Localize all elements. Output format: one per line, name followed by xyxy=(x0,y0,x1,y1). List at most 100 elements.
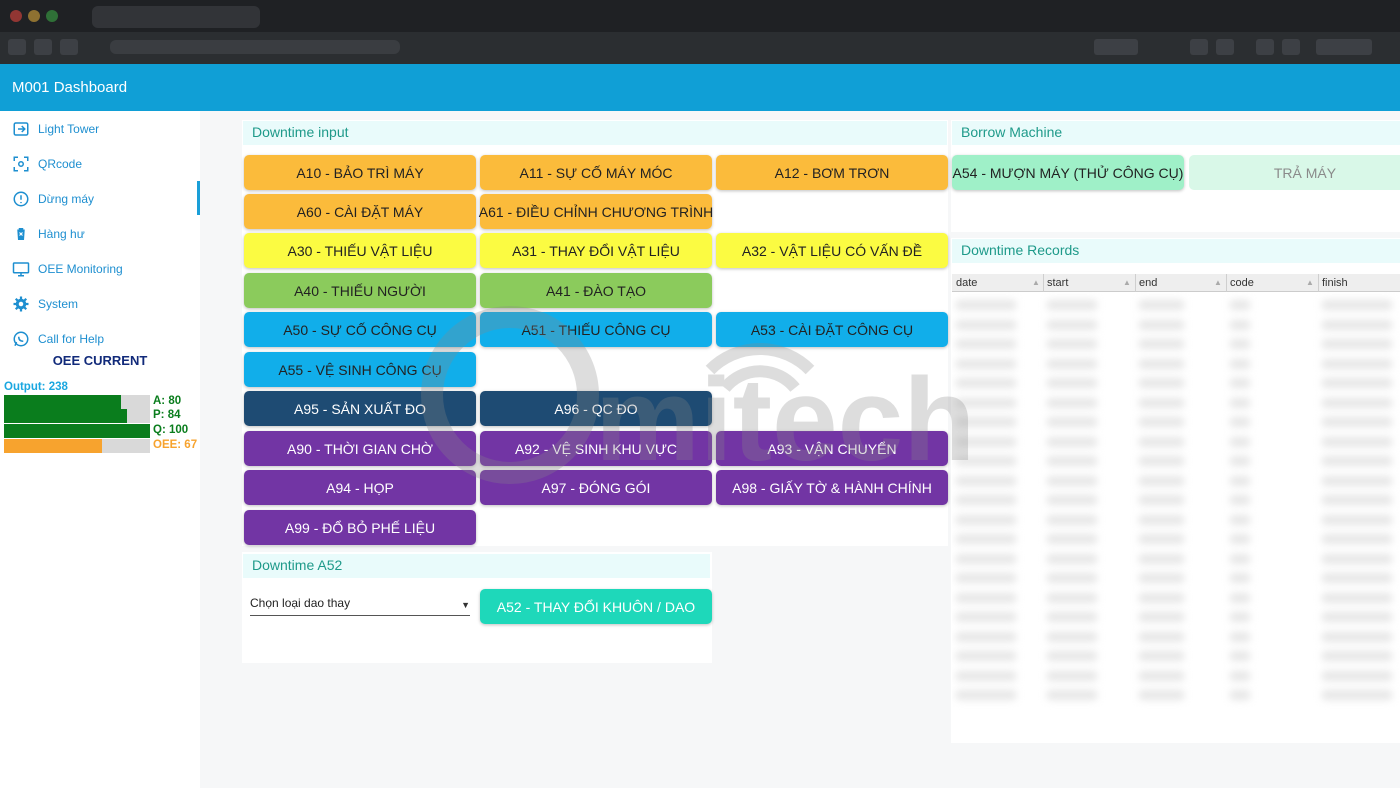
blurred-cell xyxy=(1139,358,1184,369)
blurred-cell xyxy=(956,651,1016,661)
downtime-button-a30[interactable]: A30 - THIẾU VẬT LIỆU xyxy=(244,233,476,268)
blurred-cell xyxy=(1139,339,1184,349)
downtime-button-a94[interactable]: A94 - HỌP xyxy=(244,470,476,505)
downtime-button-a50[interactable]: A50 - SỰ CỐ CÔNG CỤ xyxy=(244,312,476,347)
return-machine-button[interactable]: TRẢ MÁY xyxy=(1189,155,1400,190)
performance-label: P: 84 xyxy=(153,409,181,421)
availability-label: A: 80 xyxy=(153,395,182,407)
sidebar-item-label: Hàng hư xyxy=(38,227,85,241)
column-date[interactable]: date xyxy=(956,277,977,289)
blurred-cell xyxy=(956,553,1016,564)
downtime-button-a53[interactable]: A53 - CÀI ĐẶT CÔNG CỤ xyxy=(716,312,948,347)
minimize-window-icon[interactable] xyxy=(28,10,40,22)
records-table-header: date ▲ start ▲ end ▲ code ▲ finish xyxy=(952,274,1400,292)
blurred-cell xyxy=(1047,631,1097,642)
blurred-cell xyxy=(1047,456,1097,466)
column-code[interactable]: code xyxy=(1230,277,1254,289)
downtime-button-a40[interactable]: A40 - THIẾU NGƯỜI xyxy=(244,273,476,308)
sidebar-item-label: Call for Help xyxy=(38,332,105,346)
downtime-button-a41[interactable]: A41 - ĐÀO TẠO xyxy=(480,273,712,308)
profile-icon[interactable] xyxy=(1316,39,1372,55)
address-bar[interactable] xyxy=(110,40,400,54)
qr-scan-icon xyxy=(13,156,29,172)
downtime-button-a97[interactable]: A97 - ĐÓNG GÓI xyxy=(480,470,712,505)
blurred-cell xyxy=(956,670,1016,681)
blurred-cell xyxy=(1230,456,1250,466)
downtime-button-a99[interactable]: A99 - ĐỔ BỎ PHẾ LIỆU xyxy=(244,510,476,545)
downtime-button-a96[interactable]: A96 - QC ĐO xyxy=(480,391,712,426)
exit-to-app-icon xyxy=(13,122,29,136)
downtime-button-a95[interactable]: A95 - SẢN XUẤT ĐO xyxy=(244,391,476,426)
downtime-button-a51[interactable]: A51 - THIẾU CÔNG CỤ xyxy=(480,312,712,347)
blurred-cell xyxy=(1230,495,1250,505)
sidebar-item-qrcode[interactable]: QRcode xyxy=(12,154,82,174)
downtime-button-a90[interactable]: A90 - THỜI GIAN CHỜ xyxy=(244,431,476,466)
downtime-button-a60[interactable]: A60 - CÀI ĐẶT MÁY xyxy=(244,194,476,229)
blurred-cell xyxy=(1230,417,1250,427)
downtime-button-a10[interactable]: A10 - BẢO TRÌ MÁY xyxy=(244,155,476,190)
downtime-button-a93[interactable]: A93 - VẬN CHUYỂN xyxy=(716,431,948,466)
blurred-cell xyxy=(956,456,1016,466)
blurred-cell xyxy=(1139,612,1184,622)
borrow-machine-button[interactable]: A54 - MƯỢN MÁY (THỬ CÔNG CỤ) xyxy=(952,155,1184,190)
sidebar-item-dung-may[interactable]: Dừng máy xyxy=(12,189,94,209)
browser-tab[interactable] xyxy=(92,6,260,28)
blurred-cell xyxy=(1139,495,1184,505)
sidebar-item-oee-monitoring[interactable]: OEE Monitoring xyxy=(12,259,123,279)
oee-bar xyxy=(4,439,150,453)
extension-icon[interactable] xyxy=(1282,39,1300,55)
column-finish[interactable]: finish xyxy=(1322,277,1348,289)
back-icon[interactable] xyxy=(8,39,26,55)
blurred-cell xyxy=(1322,417,1392,427)
blurred-cell xyxy=(956,397,1016,408)
blurred-cell xyxy=(1322,670,1392,681)
sidebar-item-system[interactable]: System xyxy=(12,294,78,314)
sort-icon[interactable]: ▲ xyxy=(1032,278,1040,287)
sidebar-item-light-tower[interactable]: Light Tower xyxy=(12,119,99,139)
knife-type-select[interactable]: Chọn loại dao thay ▼ xyxy=(250,596,470,616)
blurred-cell xyxy=(1139,319,1184,330)
blurred-cell xyxy=(1230,612,1250,622)
reload-icon[interactable] xyxy=(60,39,78,55)
downtime-button-a55[interactable]: A55 - VỆ SINH CÔNG CỤ xyxy=(244,352,476,387)
records-table-body xyxy=(952,292,1400,742)
downtime-button-a32[interactable]: A32 - VẬT LIỆU CÓ VẤN ĐỀ xyxy=(716,233,948,268)
column-start[interactable]: start xyxy=(1047,277,1068,289)
blurred-cell xyxy=(1139,534,1184,544)
gear-icon xyxy=(13,296,29,312)
sidebar-item-hang-hu[interactable]: Hàng hư xyxy=(12,224,85,244)
blurred-cell xyxy=(1230,631,1250,642)
downtime-button-a11[interactable]: A11 - SỰ CỐ MÁY MÓC xyxy=(480,155,712,190)
extension-icon[interactable] xyxy=(1190,39,1208,55)
forward-icon[interactable] xyxy=(34,39,52,55)
downtime-button-a31[interactable]: A31 - THAY ĐỔI VẬT LIỆU xyxy=(480,233,712,268)
downtime-button-a98[interactable]: A98 - GIẤY TỜ & HÀNH CHÍNH xyxy=(716,470,948,505)
blurred-cell xyxy=(1139,417,1184,427)
blurred-cell xyxy=(956,319,1016,330)
downtime-button-a61[interactable]: A61 - ĐIỀU CHỈNH CHƯƠNG TRÌNH xyxy=(479,194,713,229)
sort-icon[interactable]: ▲ xyxy=(1123,278,1131,287)
downtime-button-a12[interactable]: A12 - BƠM TRƠN xyxy=(716,155,948,190)
blurred-cell xyxy=(1047,378,1097,388)
blurred-cell xyxy=(1322,592,1392,603)
active-indicator xyxy=(197,181,200,215)
blurred-cell xyxy=(1230,397,1250,408)
close-window-icon[interactable] xyxy=(10,10,22,22)
blurred-cell xyxy=(1047,475,1097,486)
column-end[interactable]: end xyxy=(1139,277,1157,289)
extension-icon[interactable] xyxy=(1094,39,1138,55)
extension-icon[interactable] xyxy=(1256,39,1274,55)
downtime-button-a92[interactable]: A92 - VỆ SINH KHU VỰC xyxy=(480,431,712,466)
blurred-cell xyxy=(1047,495,1097,505)
maximize-window-icon[interactable] xyxy=(46,10,58,22)
a52-change-mold-button[interactable]: A52 - THAY ĐỔI KHUÔN / DAO xyxy=(480,589,712,624)
extension-icon[interactable] xyxy=(1216,39,1234,55)
sort-icon[interactable]: ▲ xyxy=(1214,278,1222,287)
sidebar-item-call-for-help[interactable]: Call for Help xyxy=(12,329,104,349)
blurred-cell xyxy=(1322,651,1392,661)
blurred-cell xyxy=(1047,534,1097,544)
downtime-a52-title: Downtime A52 xyxy=(243,554,710,578)
blurred-cell xyxy=(1322,319,1392,330)
blurred-cell xyxy=(1047,553,1097,564)
sort-icon[interactable]: ▲ xyxy=(1306,278,1314,287)
